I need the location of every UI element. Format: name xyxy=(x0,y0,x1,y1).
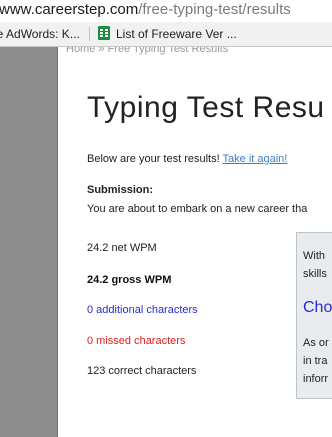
address-bar[interactable]: www.careerstep.com/free-typing-test/resu… xyxy=(0,0,332,22)
promo-heading[interactable]: Cho xyxy=(303,299,332,317)
bookmark-divider xyxy=(89,27,90,41)
page-title: Typing Test Resu xyxy=(87,91,325,124)
bookmarks-bar: le AdWords: K... List of Freeware Ver ..… xyxy=(0,22,332,47)
bookmark-freeware-list[interactable]: List of Freeware Ver ... xyxy=(98,22,237,46)
promo-text-line: With xyxy=(303,250,325,262)
spreadsheet-icon xyxy=(98,26,110,40)
breadcrumb: Home » Free Typing Test Results xyxy=(66,47,229,55)
submission-text: You are about to embark on a new career … xyxy=(87,203,308,215)
retake-test-link[interactable]: Take it again! xyxy=(223,153,288,165)
bookmark-label: List of Freeware Ver ... xyxy=(116,27,237,41)
results-intro: Below are your test results! Take it aga… xyxy=(87,153,287,165)
promo-text-line: skills xyxy=(303,268,327,280)
missed-characters: 0 missed characters xyxy=(87,335,186,347)
bookmark-label: le AdWords: K... xyxy=(0,27,80,41)
promo-text-line: inforr xyxy=(303,373,329,385)
gross-wpm: 24.2 gross WPM xyxy=(87,274,172,286)
additional-characters: 0 additional characters xyxy=(87,304,198,316)
bookmark-adwords[interactable]: le AdWords: K... xyxy=(0,22,80,46)
career-promo-box: With skills Cho As or in tra inforr xyxy=(296,232,332,399)
intro-text: Below are your test results! xyxy=(87,153,223,165)
page-gutter xyxy=(0,47,57,437)
promo-text-line: As or xyxy=(303,337,329,349)
correct-characters: 123 correct characters xyxy=(87,365,197,377)
net-wpm: 24.2 net WPM xyxy=(87,242,157,254)
promo-text-line: in tra xyxy=(303,355,328,367)
submission-label: Submission: xyxy=(87,184,154,196)
page-content: Home » Free Typing Test Results Typing T… xyxy=(57,47,332,437)
url-domain: www.careerstep.com xyxy=(0,1,139,18)
url-path: /free-typing-test/results xyxy=(138,1,291,18)
